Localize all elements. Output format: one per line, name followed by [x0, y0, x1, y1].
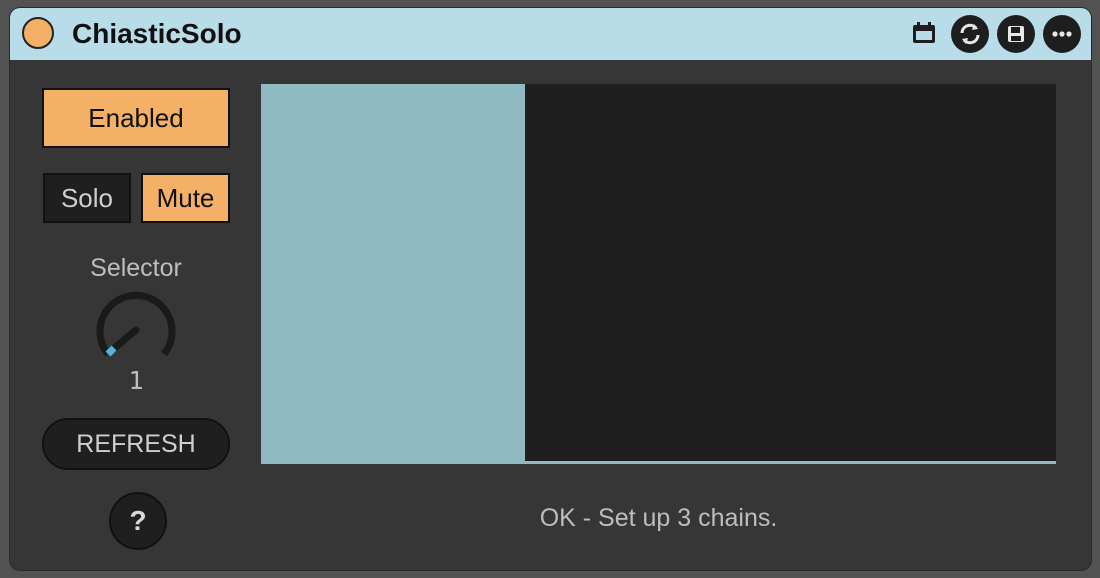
calendar-icon[interactable] — [905, 15, 943, 53]
selector-value: 1 — [128, 366, 144, 395]
save-icon[interactable] — [997, 15, 1035, 53]
chain-display — [261, 84, 1056, 464]
device-window: ChiasticSolo Enabled Solo Mute Selector … — [10, 8, 1091, 570]
titlebar-icons — [905, 15, 1081, 53]
refresh-cycle-icon[interactable] — [951, 15, 989, 53]
refresh-button[interactable]: REFRESH — [42, 418, 230, 470]
enabled-toggle[interactable]: Enabled — [42, 88, 230, 148]
device-titlebar: ChiasticSolo — [10, 8, 1091, 60]
selector-knob[interactable] — [94, 288, 178, 372]
chain-list-panel[interactable] — [261, 84, 525, 464]
mute-toggle[interactable]: Mute — [141, 173, 230, 223]
solo-toggle[interactable]: Solo — [43, 173, 131, 223]
device-title: ChiasticSolo — [72, 18, 242, 49]
more-icon[interactable] — [1043, 15, 1081, 53]
help-button[interactable]: ? — [109, 492, 167, 550]
status-message: OK - Set up 3 chains. — [539, 504, 778, 532]
fold-button[interactable] — [22, 17, 54, 49]
selector-label: Selector — [90, 254, 182, 282]
